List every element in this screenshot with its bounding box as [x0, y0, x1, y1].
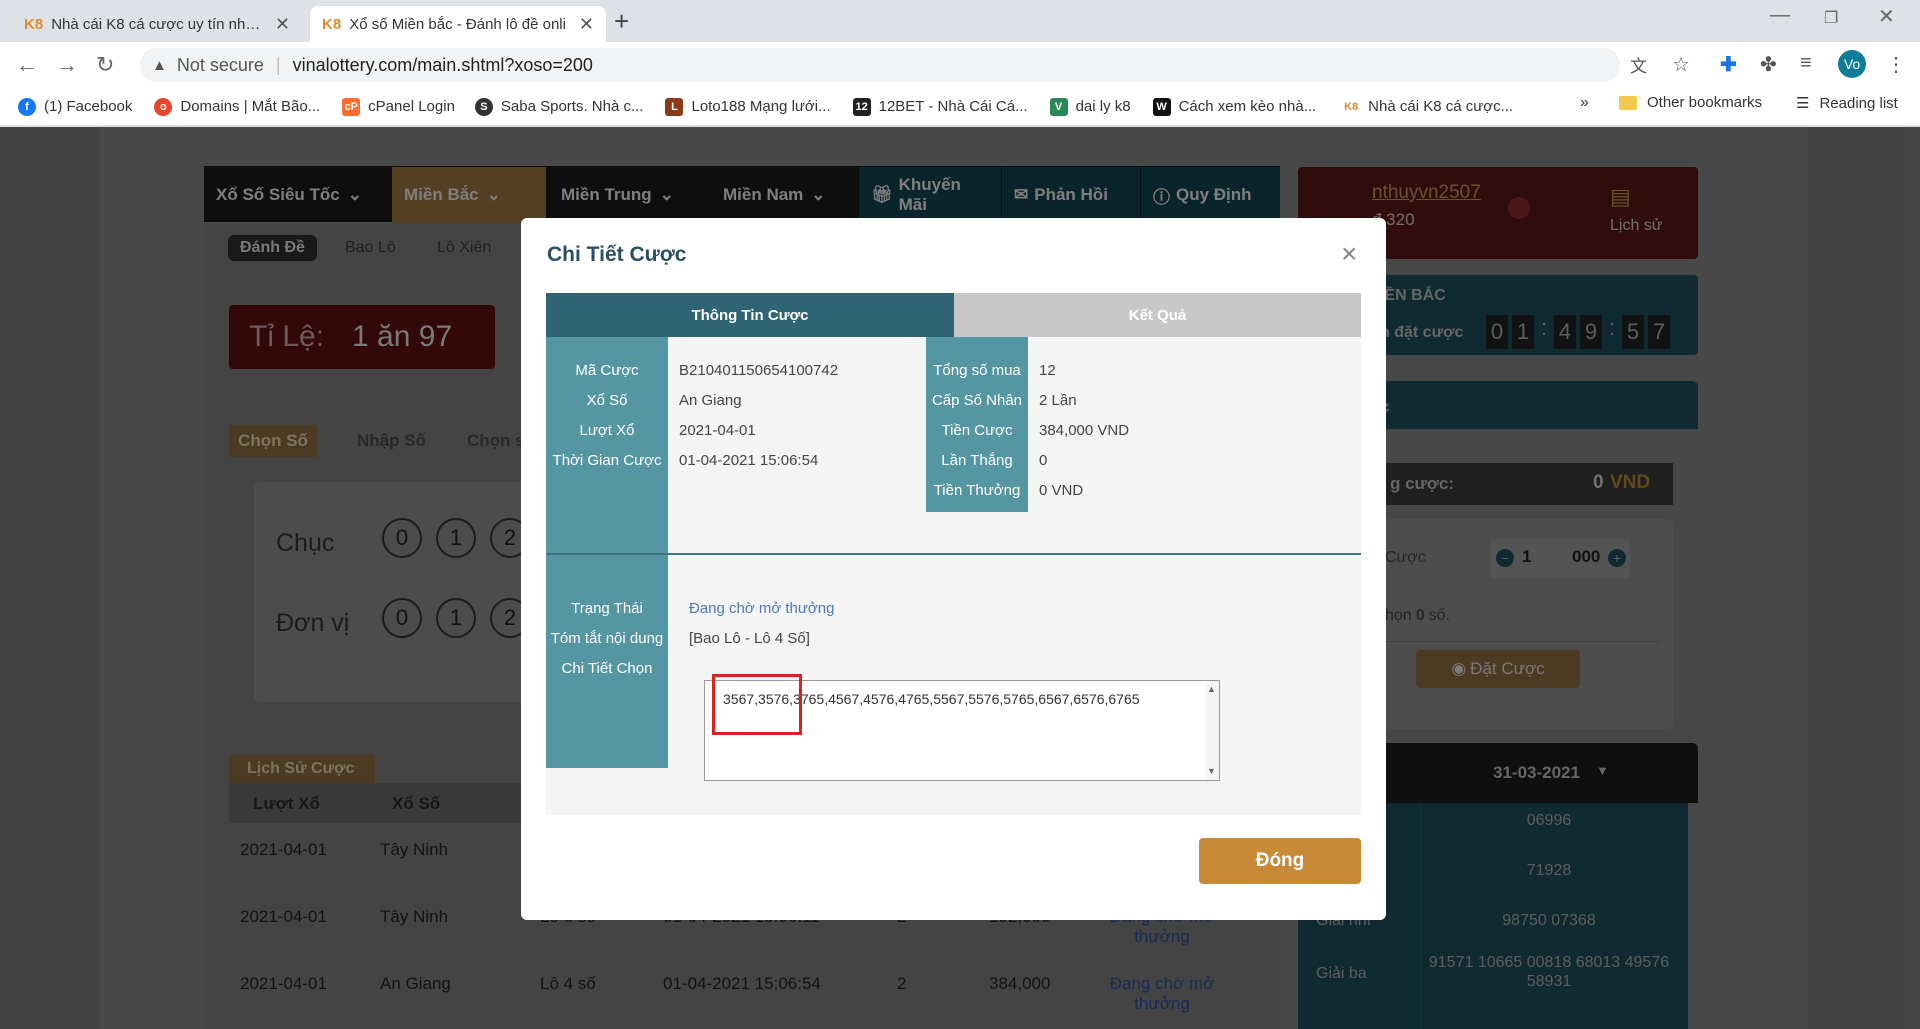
field-label: Trạng Thái	[571, 600, 643, 617]
field-label: Lần Thắng	[941, 452, 1013, 469]
more-bookmarks-icon[interactable]: »	[1580, 94, 1589, 112]
matbao-icon: o	[154, 97, 173, 116]
restore-icon[interactable]: ❐	[1824, 8, 1838, 28]
bookmark-label: Domains | Mắt Bão...	[180, 98, 321, 115]
bookmark-item[interactable]: S Saba Sports. Nhà c...	[474, 97, 644, 116]
facebook-icon: f	[18, 97, 36, 116]
k8-favicon-icon: K8	[24, 15, 44, 33]
divider: |	[275, 54, 281, 75]
total-bought: 12	[1039, 362, 1056, 379]
media-control-icon[interactable]: ≡	[1800, 52, 1812, 75]
w-icon: W	[1152, 97, 1171, 116]
minimize-icon[interactable]: —	[1770, 4, 1790, 27]
field-label: Mã Cược	[575, 362, 639, 379]
bookmark-item[interactable]: 12 12BET - Nhà Cái Cá...	[852, 97, 1028, 116]
loto188-icon: L	[665, 97, 684, 116]
bet-detail-modal: Chi Tiết Cược × Thông Tin Cược Kết Quả M…	[521, 218, 1386, 920]
reading-list-label: Reading list	[1819, 94, 1898, 112]
bookmark-item[interactable]: K8 Nhà cái K8 cá cược...	[1342, 98, 1513, 116]
bookmark-item[interactable]: o Domains | Mắt Bão...	[154, 97, 321, 116]
bookmark-label: Loto188 Mạng lưới...	[691, 98, 831, 115]
back-icon[interactable]: ←	[16, 52, 38, 78]
bookmark-item[interactable]: W Cách xem kèo nhà...	[1152, 97, 1317, 116]
bookmark-item[interactable]: L Loto188 Mạng lưới...	[665, 97, 831, 116]
field-label: Tóm tắt nội dung	[550, 630, 664, 647]
field-label: Lượt Xổ	[579, 422, 635, 439]
bookmark-label: 12BET - Nhà Cái Cá...	[878, 98, 1028, 115]
12bet-icon: 12	[852, 97, 871, 116]
field-label: Chi Tiết Chọn	[561, 660, 653, 677]
profile-avatar[interactable]: Vo	[1838, 50, 1866, 78]
new-tab-button[interactable]: +	[614, 8, 629, 34]
modal-title: Chi Tiết Cược	[547, 243, 687, 266]
reload-icon[interactable]: ↻	[96, 52, 114, 78]
tab-title: Xổ số Miền bắc - Đánh lô đề onli	[349, 15, 566, 33]
bet-info-section: Mã Cược B210401150654100742 Xổ Số An Gia…	[546, 337, 1361, 555]
bet-code: B210401150654100742	[679, 362, 839, 379]
bet-time: 01-04-2021 15:06:54	[679, 452, 819, 469]
reading-list-icon: ☰	[1796, 95, 1810, 112]
browser-tab-active[interactable]: K8 Xổ số Miền bắc - Đánh lô đề onli ✕	[310, 6, 606, 42]
vue-icon: V	[1049, 97, 1068, 116]
prize-amount: 0 VND	[1039, 482, 1084, 499]
browser-tab-bar: K8 Nhà cái K8 cá cược uy tín nhất nă ✕ K…	[0, 0, 1920, 42]
stake-amount: 384,000 VND	[1039, 422, 1130, 439]
other-bookmarks[interactable]: Other bookmarks	[1619, 94, 1762, 111]
not-secure-label: Not secure	[176, 54, 264, 75]
bookmark-item[interactable]: cP cPanel Login	[342, 97, 455, 116]
k8-icon: K8	[1344, 100, 1359, 113]
address-bar[interactable]: ▲ Not secure | vinalottery.com/main.shtm…	[140, 48, 1620, 82]
cpanel-icon: cP	[342, 97, 361, 116]
tab-close-icon[interactable]: ✕	[579, 14, 594, 35]
tab-close-icon[interactable]: ✕	[275, 14, 290, 35]
forward-icon[interactable]: →	[56, 52, 78, 78]
tab-bet-info[interactable]: Thông Tin Cược	[546, 293, 954, 337]
url-text: vinalottery.com/main.shtml?xoso=200	[292, 54, 593, 75]
field-label: Cấp Số Nhân	[931, 392, 1023, 409]
lottery-name: An Giang	[679, 392, 742, 409]
folder-icon	[1619, 95, 1637, 110]
bookmark-item[interactable]: f (1) Facebook	[18, 97, 133, 116]
highlight-box	[712, 674, 802, 735]
extension-plus-icon[interactable]: ✚	[1720, 52, 1737, 77]
bookmark-label: Saba Sports. Nhà c...	[500, 98, 644, 115]
warning-icon: ▲	[152, 56, 167, 74]
scroll-up-icon[interactable]: ▲	[1207, 684, 1216, 694]
status-value: Đang chờ mở thưởng	[689, 600, 835, 617]
other-bookmarks-label: Other bookmarks	[1647, 94, 1763, 111]
field-label: Thời Gian Cược	[552, 452, 662, 469]
translate-icon[interactable]: 文	[1630, 52, 1647, 77]
win-count: 0	[1039, 452, 1048, 469]
summary-value: [Bao Lô - Lô 4 Số]	[689, 630, 810, 647]
bookmark-label: (1) Facebook	[44, 98, 133, 115]
menu-kebab-icon[interactable]: ⋮	[1886, 52, 1906, 77]
draw-date: 2021-04-01	[679, 422, 756, 439]
browser-tab[interactable]: K8 Nhà cái K8 cá cược uy tín nhất nă ✕	[12, 6, 302, 42]
multiplier: 2 Lần	[1039, 392, 1077, 409]
bookmark-label: Nhà cái K8 cá cược...	[1368, 98, 1514, 115]
bookmark-label: cPanel Login	[368, 98, 455, 115]
modal-tabs: Thông Tin Cược Kết Quả	[546, 293, 1361, 337]
extensions-puzzle-icon[interactable]: ✤	[1760, 52, 1777, 77]
field-label: Xổ Số	[586, 392, 628, 409]
bookmark-item[interactable]: Vdai ly k8	[1049, 97, 1131, 116]
bookmark-label: Cách xem kèo nhà...	[1178, 98, 1317, 115]
close-modal-button[interactable]: Đóng	[1199, 838, 1361, 884]
saba-icon: S	[474, 97, 493, 116]
field-label: Tiền Cược	[941, 422, 1013, 439]
field-label: Tổng số mua	[933, 362, 1021, 379]
tab-result[interactable]: Kết Quả	[954, 293, 1361, 337]
tab-title: Nhà cái K8 cá cược uy tín nhất nă	[51, 15, 267, 33]
bookmark-label: dai ly k8	[1075, 98, 1131, 115]
field-label: Tiền Thưởng	[933, 482, 1021, 499]
window-close-icon[interactable]: ✕	[1878, 4, 1895, 29]
bookmark-star-icon[interactable]: ☆	[1672, 52, 1690, 77]
close-icon[interactable]: ×	[1341, 238, 1357, 270]
k8-favicon-icon: K8	[322, 15, 342, 33]
scroll-down-icon[interactable]: ▼	[1207, 766, 1216, 776]
reading-list[interactable]: ☰ Reading list	[1796, 94, 1898, 113]
